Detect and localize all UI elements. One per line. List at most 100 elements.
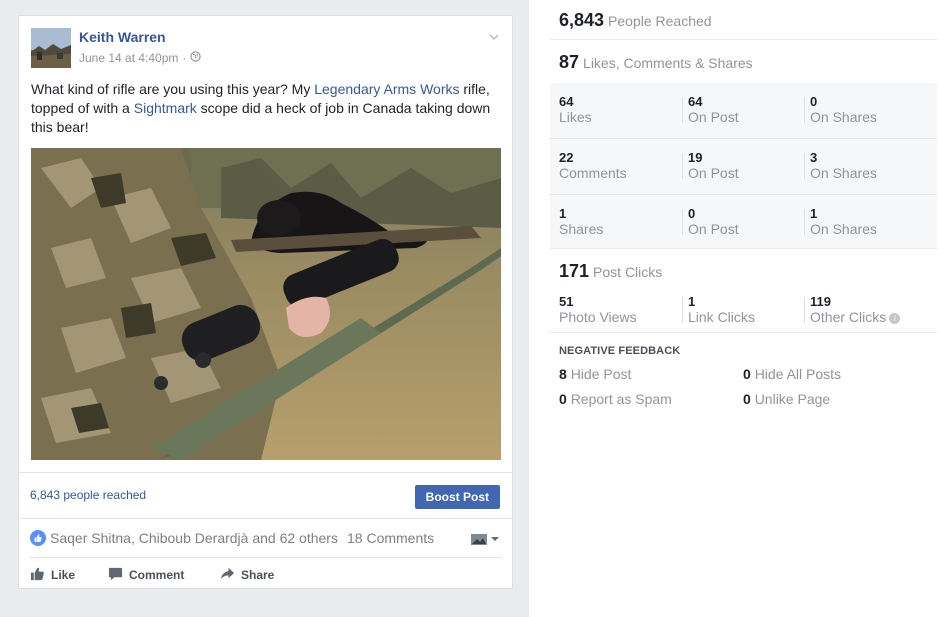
- negative-feedback-title: NEGATIVE FEEDBACK: [559, 345, 681, 357]
- stat-value: 0: [688, 206, 696, 221]
- share-as-dropdown[interactable]: [470, 531, 502, 547]
- engagement-number: 87: [559, 52, 580, 72]
- stat-cell: 22 Comments: [559, 150, 627, 182]
- post-clicks-number: 171: [559, 261, 590, 281]
- stat-value: 22: [559, 150, 574, 165]
- stat-label: Photo Views: [559, 309, 637, 325]
- stat-label: Hide Post: [570, 366, 632, 382]
- post-timestamp[interactable]: June 14 at 4:40pm: [79, 51, 178, 65]
- post-clicks-section: 171 Post Clicks 51 Photo Views 1 Link Click…: [550, 249, 937, 333]
- avatar[interactable]: [31, 28, 71, 68]
- stat-cell: 1 Shares: [559, 206, 604, 238]
- post-body-text: What kind of rifle are you using this ye…: [31, 80, 505, 137]
- stat-label: Link Clicks: [688, 309, 755, 325]
- comments-count[interactable]: 18 Comments: [347, 530, 434, 546]
- stat-cell: 51 Photo Views: [559, 294, 637, 326]
- engagement-row: 87 Likes, Comments & Shares: [550, 41, 937, 83]
- stat-label: Report as Spam: [570, 391, 672, 407]
- like-button[interactable]: Like: [30, 565, 75, 585]
- report-spam-stat: 0 Report as Spam: [559, 391, 672, 407]
- comment-icon: [108, 566, 123, 584]
- like-label: Like: [51, 568, 76, 582]
- stat-label: Shares: [559, 221, 604, 237]
- reactions-summary: Saqer Shitna, Chiboub Derardjà and 62 ot…: [30, 528, 502, 550]
- stat-cell: 0 On Shares: [810, 94, 877, 126]
- post-insights-panel: 6,843 People Reached 87 Likes, Comments & …: [550, 0, 937, 617]
- cell-divider: [682, 97, 683, 123]
- stat-cell: 64 Likes: [559, 94, 592, 126]
- stat-value: 64: [559, 94, 574, 109]
- people-reached-stat: 6,843 People Reached: [559, 10, 712, 31]
- reactors-list[interactable]: Saqer Shitna, Chiboub Derardjà and 62 ot…: [50, 530, 338, 546]
- share-button[interactable]: Share: [220, 565, 274, 585]
- stat-value: 1: [810, 206, 818, 221]
- stat-label: Likes: [559, 109, 592, 125]
- engagement-label: Likes, Comments & Shares: [583, 55, 753, 71]
- cell-divider: [804, 297, 805, 323]
- stat-label: On Shares: [810, 165, 877, 181]
- like-reaction-icon: [30, 530, 46, 546]
- comment-label: Comment: [129, 568, 185, 582]
- stat-label: Comments: [559, 165, 627, 181]
- thumbs-up-icon: [30, 566, 45, 584]
- people-reached-label: People Reached: [608, 13, 712, 29]
- share-icon: [220, 566, 235, 584]
- post-reach-bar: 6,843 people reached Boost Post: [19, 472, 512, 519]
- post-photo[interactable]: [31, 148, 501, 460]
- people-reached-link[interactable]: 6,843 people reached: [30, 488, 146, 502]
- stat-cell: 64 On Post: [688, 94, 739, 126]
- cell-divider: [682, 153, 683, 179]
- stat-label: On Shares: [810, 109, 877, 125]
- stat-value: 8: [559, 366, 567, 382]
- people-reached-row: 6,843 People Reached: [550, 0, 937, 40]
- stat-cell: 119 Other Clicks i: [810, 294, 901, 325]
- likes-row: 64 Likes 64 On Post 0 On Shares: [550, 83, 937, 139]
- post-meta: June 14 at 4:40pm ·: [79, 51, 202, 65]
- share-label: Share: [241, 568, 275, 582]
- author-name[interactable]: Keith Warren: [79, 29, 166, 45]
- meta-separator: ·: [182, 51, 187, 65]
- engagement-breakdown: 64 Likes 64 On Post 0 On Shares 22 Comments …: [550, 83, 937, 249]
- post-clicks-stat: 171 Post Clicks: [559, 261, 662, 282]
- stat-value: 119: [810, 294, 831, 309]
- stat-cell: 1 Link Clicks: [688, 294, 755, 326]
- shares-row: 1 Shares 0 On Post 1 On Shares: [550, 195, 937, 251]
- post-card: Keith Warren June 14 at 4:40pm · What ki…: [18, 15, 513, 589]
- info-icon[interactable]: i: [889, 312, 901, 324]
- cell-divider: [682, 209, 683, 235]
- hide-all-posts-stat: 0 Hide All Posts: [743, 366, 841, 382]
- stat-value: 0: [743, 391, 751, 407]
- stat-label: Hide All Posts: [754, 366, 842, 382]
- stat-cell: 1 On Shares: [810, 206, 877, 238]
- chevron-down-icon[interactable]: [487, 30, 501, 44]
- cell-divider: [804, 209, 805, 235]
- stat-value: 1: [688, 294, 696, 309]
- stat-label: Unlike Page: [754, 391, 831, 407]
- stat-value: 1: [559, 206, 567, 221]
- hide-post-stat: 8 Hide Post: [559, 366, 631, 382]
- stat-cell: 3 On Shares: [810, 150, 877, 182]
- stat-label: On Post: [688, 165, 739, 181]
- people-reached-number: 6,843: [559, 10, 605, 30]
- legendary-arms-link[interactable]: Legendary Arms Works: [314, 81, 459, 97]
- page: Keith Warren June 14 at 4:40pm · What ki…: [0, 0, 939, 617]
- post-clicks-label: Post Clicks: [593, 264, 663, 280]
- stat-cell: 0 On Post: [688, 206, 739, 238]
- stat-label: On Shares: [810, 221, 877, 237]
- post-header: Keith Warren June 14 at 4:40pm ·: [31, 28, 501, 70]
- stat-value: 3: [810, 150, 818, 165]
- sightmark-link[interactable]: Sightmark: [134, 100, 197, 116]
- stat-value: 0: [559, 391, 567, 407]
- comments-row: 22 Comments 19 On Post 3 On Shares: [550, 139, 937, 195]
- stat-value: 19: [688, 150, 703, 165]
- stat-value: 51: [559, 294, 574, 309]
- stat-value: 64: [688, 94, 703, 109]
- comment-button[interactable]: Comment: [108, 565, 184, 585]
- stat-value: 0: [810, 94, 818, 109]
- globe-icon: [190, 51, 202, 65]
- boost-post-button[interactable]: Boost Post: [414, 485, 500, 509]
- cell-divider: [804, 153, 805, 179]
- stat-cell: 19 On Post: [688, 150, 739, 182]
- cell-divider: [804, 97, 805, 123]
- other-clicks-label: Other Clicks: [810, 309, 887, 325]
